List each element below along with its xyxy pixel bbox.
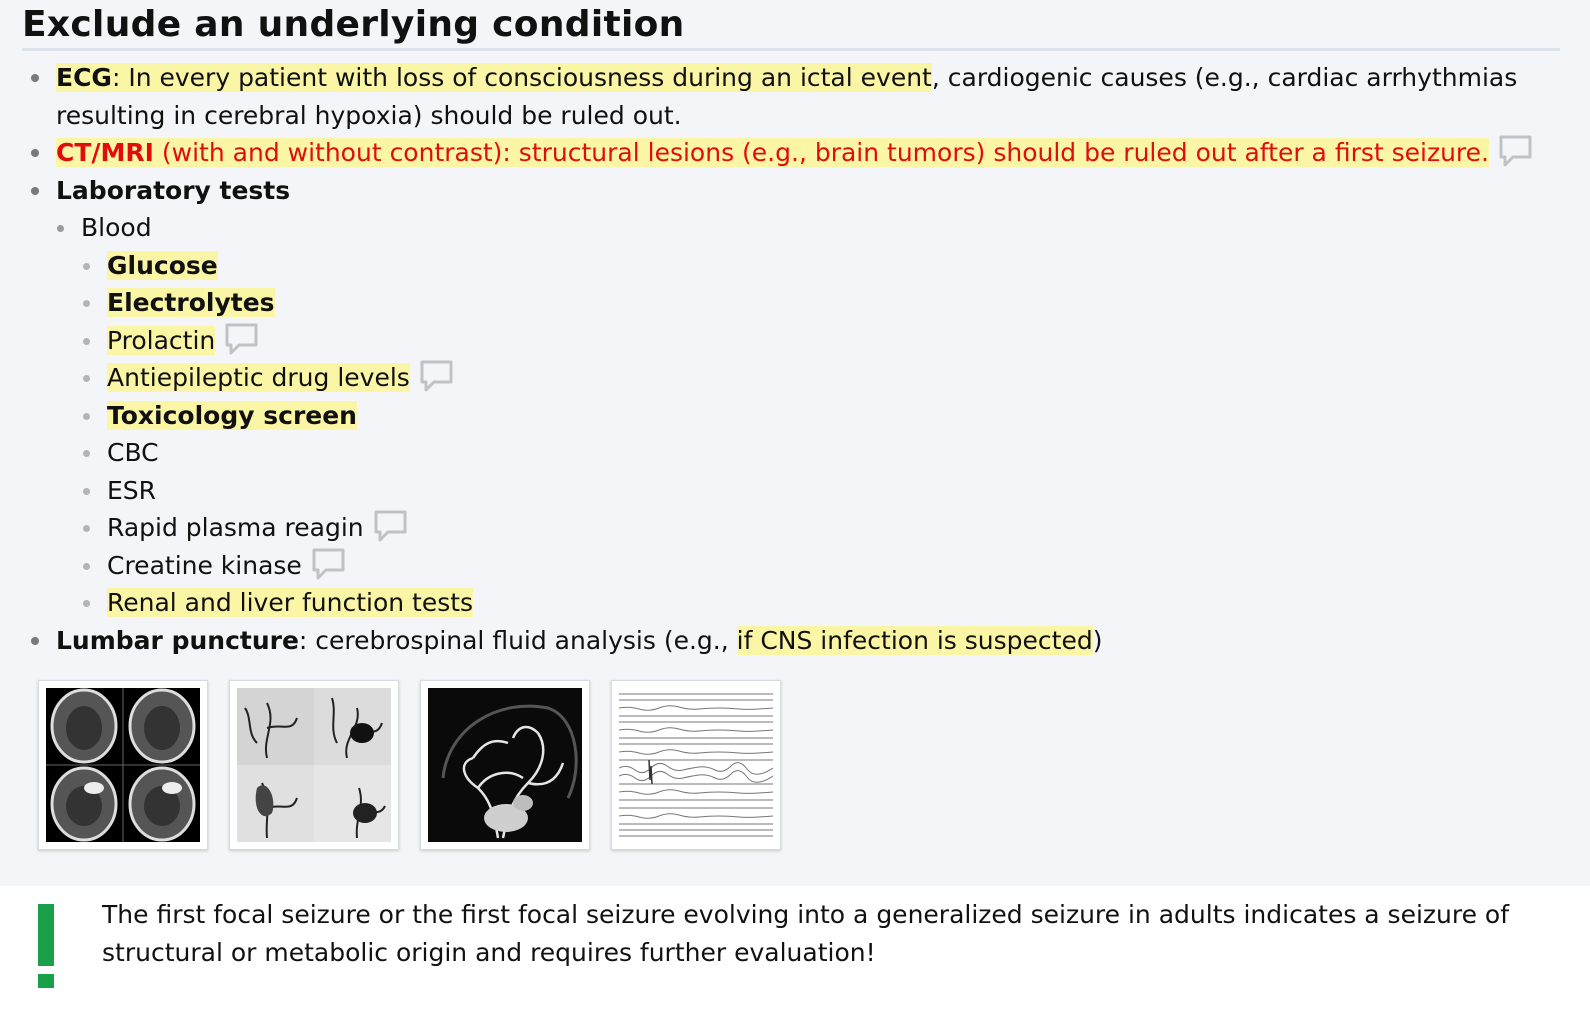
investigation-list: ECG: In every patient with loss of consc… [22, 59, 1570, 659]
image-gallery [38, 680, 802, 850]
comment-icon[interactable] [374, 510, 407, 542]
list-item-test: ESR [22, 472, 1570, 510]
blood-label: Blood [81, 213, 152, 242]
list-item-test: Rapid plasma reagin [22, 509, 1570, 547]
list-item-test: CBC [22, 434, 1570, 472]
test-creatine-kinase: Creatine kinase [107, 550, 302, 580]
key-note: The first focal seizure or the first foc… [0, 886, 1590, 1018]
section-title: Exclude an underlying condition [22, 2, 1560, 51]
ecg-highlight-text: : In every patient with loss of consciou… [111, 63, 932, 92]
list-item-test: Glucose [22, 247, 1570, 285]
test-renal-liver: Renal and liver function tests [107, 588, 474, 617]
ctmri-text: (with and without contrast): structural … [153, 138, 1489, 167]
ct-scan-thumbnail[interactable] [38, 680, 208, 850]
note-text: The first focal seizure or the first foc… [102, 900, 1510, 967]
blood-test-list: Glucose Electrolytes Prolactin Antiepile… [81, 247, 1570, 622]
comment-icon[interactable] [225, 323, 258, 355]
cerebral-angiogram-image [428, 688, 582, 842]
list-item-test: Electrolytes [22, 284, 1570, 322]
angiography-image [237, 688, 391, 842]
ctmri-label: CT/MRI [56, 138, 154, 167]
laboratory-sublist: Blood Glucose Electrolytes Prolactin Ant… [56, 209, 1570, 622]
eeg-trace-image [619, 688, 773, 842]
test-cbc: CBC [107, 438, 159, 467]
eeg-trace-thumbnail[interactable] [611, 680, 781, 850]
list-item-test: Toxicology screen [22, 397, 1570, 435]
list-item-laboratory: Laboratory tests Blood Glucose Electroly… [22, 172, 1570, 622]
ct-scan-image [46, 688, 200, 842]
laboratory-label: Laboratory tests [56, 175, 291, 205]
test-esr: ESR [107, 475, 157, 505]
ctmri-highlight: CT/MRI (with and without contrast): stru… [56, 138, 1489, 167]
list-item-test: Prolactin [22, 322, 1570, 360]
test-antiepileptic: Antiepileptic drug levels [107, 363, 410, 392]
test-glucose: Glucose [107, 250, 218, 280]
comment-icon[interactable] [1499, 135, 1532, 167]
comment-icon[interactable] [420, 360, 453, 392]
list-item-test: Renal and liver function tests [22, 584, 1570, 622]
list-item-test: Creatine kinase [22, 547, 1570, 585]
lumbar-end: ) [1092, 625, 1103, 655]
cerebral-angiogram-thumbnail[interactable] [420, 680, 590, 850]
exclamation-icon [38, 904, 54, 988]
test-toxicology: Toxicology screen [107, 400, 357, 430]
list-item-lumbar: Lumbar puncture: cerebrospinal fluid ana… [22, 622, 1570, 660]
list-item-test: Antiepileptic drug levels [22, 359, 1570, 397]
lumbar-highlight: if CNS infection is suspected [736, 625, 1093, 655]
test-rpr: Rapid plasma reagin [107, 513, 364, 542]
test-prolactin: Prolactin [107, 325, 216, 355]
content-section: Exclude an underlying condition ECG: In … [22, 0, 1570, 850]
lumbar-label: Lumbar puncture [56, 625, 299, 655]
comment-icon[interactable] [312, 548, 345, 580]
test-electrolytes: Electrolytes [107, 288, 275, 317]
lumbar-text: : cerebrospinal fluid analysis (e.g., [298, 625, 737, 655]
ecg-highlight: ECG: In every patient with loss of consc… [56, 63, 932, 92]
list-item-ecg: ECG: In every patient with loss of consc… [22, 59, 1570, 134]
list-item-ctmri: CT/MRI (with and without contrast): stru… [22, 134, 1570, 172]
list-item-blood: Blood Glucose Electrolytes Prolactin Ant… [22, 209, 1570, 622]
ecg-label: ECG [56, 63, 112, 92]
angiography-thumbnail[interactable] [229, 680, 399, 850]
